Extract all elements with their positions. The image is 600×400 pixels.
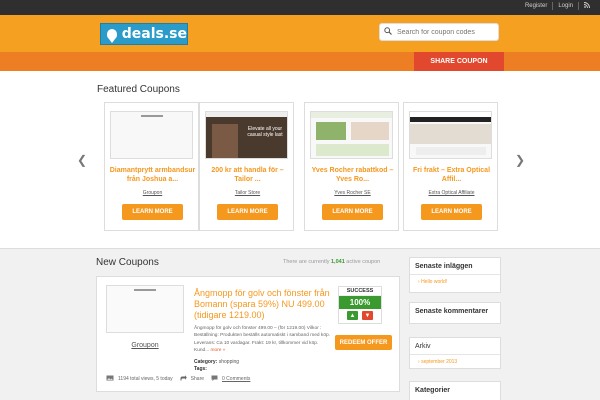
- search-icon: [384, 27, 392, 37]
- count-value: 1,041: [331, 259, 345, 265]
- archive-link[interactable]: september 2013: [421, 359, 457, 365]
- coupon-thumbnail[interactable]: [409, 111, 492, 159]
- featured-heading: Featured Coupons: [97, 84, 180, 95]
- share-icon[interactable]: [180, 375, 187, 383]
- recent-posts-widget: Senaste inläggen › Hello world!: [409, 257, 501, 293]
- featured-card: Yves Rocher rabattkod – Yves Ro... Yves …: [304, 102, 399, 231]
- count-suffix: active coupon: [346, 259, 381, 265]
- chevron-left-icon[interactable]: ❮: [77, 153, 87, 167]
- recent-post-link[interactable]: Hello world!: [421, 279, 447, 285]
- featured-card: Fri frakt – Extra Optical Affil... Extra…: [403, 102, 498, 231]
- success-percent: 100%: [339, 296, 381, 309]
- coupon-item: Groupon Ångmopp för golv och fönster frå…: [96, 276, 400, 392]
- comment-icon: [211, 375, 218, 383]
- archive-item[interactable]: › september 2013: [410, 355, 500, 365]
- learn-more-button[interactable]: LEARN MORE: [122, 204, 183, 220]
- site-header: deals.se: [0, 15, 600, 52]
- widget-title: Senaste inläggen: [410, 258, 500, 275]
- card-store[interactable]: Yves Rocher SE: [305, 190, 400, 196]
- thumbnail-text: Elevate all your casual style last: [247, 126, 283, 138]
- coupon-thumbnail[interactable]: [110, 111, 193, 159]
- card-store[interactable]: Tailor Store: [200, 190, 295, 196]
- active-coupon-count: There are currently 1,041 active coupon: [283, 259, 380, 265]
- more-link[interactable]: more »: [211, 348, 226, 353]
- learn-more-button[interactable]: LEARN MORE: [217, 204, 278, 220]
- speech-bubble-icon: [107, 28, 117, 43]
- coupon-thumbnail[interactable]: [310, 111, 393, 159]
- comments-link[interactable]: 0 Comments: [222, 376, 250, 382]
- search-box[interactable]: [379, 23, 499, 41]
- recent-post-item[interactable]: › Hello world!: [410, 275, 500, 285]
- card-title[interactable]: 200 kr att handla för – Tailor ...: [204, 166, 291, 184]
- coupon-footer: 1194 total views, 5 today Share 0 Commen…: [106, 375, 250, 383]
- view-count: 1194 total views, 5 today: [118, 376, 173, 382]
- coupon-description: Ångmopp för golv och fönster 499.00 – (f…: [194, 325, 332, 355]
- count-prefix: There are currently: [283, 259, 330, 265]
- site-logo[interactable]: deals.se: [100, 23, 188, 45]
- sub-bar: [0, 52, 600, 71]
- logo-text: deals.se: [121, 26, 187, 42]
- tags-label: Tags:: [194, 366, 207, 372]
- card-title[interactable]: Diamantprytt armbandsur från Joshua a...: [109, 166, 196, 184]
- share-link[interactable]: Share: [191, 376, 204, 382]
- card-title[interactable]: Yves Rocher rabattkod – Yves Ro...: [309, 166, 396, 184]
- thumbs-down-icon[interactable]: ▼: [362, 311, 373, 320]
- coupon-store-link[interactable]: Groupon: [97, 342, 193, 349]
- card-title[interactable]: Fri frakt – Extra Optical Affil...: [408, 166, 495, 184]
- chevron-right-icon[interactable]: ❯: [515, 153, 525, 167]
- divider: [578, 2, 579, 10]
- recent-comments-widget: Senaste kommentarer: [409, 302, 501, 324]
- featured-card: Diamantprytt armbandsur från Joshua a...…: [104, 102, 199, 231]
- learn-more-button[interactable]: LEARN MORE: [421, 204, 482, 220]
- learn-more-button[interactable]: LEARN MORE: [322, 204, 383, 220]
- card-store[interactable]: Groupon: [105, 190, 200, 196]
- share-coupon-button[interactable]: SHARE COUPON: [414, 52, 504, 71]
- categories-widget: Kategorier: [409, 381, 501, 400]
- success-label: SUCCESS: [339, 287, 381, 296]
- coupon-thumbnail[interactable]: [106, 285, 184, 333]
- register-link[interactable]: Register: [525, 3, 547, 9]
- search-input[interactable]: [397, 28, 492, 36]
- top-bar: Register Login: [0, 0, 600, 15]
- widget-title: Kategorier: [415, 387, 451, 394]
- success-rate-box: SUCCESS 100% ▲ ▼: [338, 286, 382, 324]
- category-label: Category:: [194, 359, 218, 365]
- category-link[interactable]: shopping: [219, 359, 239, 365]
- widget-title: Arkiv: [410, 338, 500, 355]
- featured-card: Elevate all your casual style last 200 k…: [199, 102, 294, 231]
- coupon-title[interactable]: Ångmopp för golv och fönster från Bomann…: [194, 288, 336, 321]
- widget-title: Senaste kommentarer: [415, 308, 489, 315]
- new-coupons-header: New Coupons There are currently 1,041 ac…: [96, 257, 400, 268]
- featured-coupons-section: Featured Coupons ❮ ❯ Diamantprytt armban…: [0, 71, 600, 249]
- redeem-offer-button[interactable]: REDEEM OFFER: [335, 335, 392, 350]
- thumbs-up-icon[interactable]: ▲: [347, 311, 358, 320]
- login-link[interactable]: Login: [558, 3, 573, 9]
- archive-widget: Arkiv › september 2013: [409, 337, 501, 369]
- coupon-meta: Category: shopping Tags:: [194, 359, 239, 373]
- card-store[interactable]: Extra Optical Affiliate: [404, 190, 499, 196]
- coupon-thumbnail[interactable]: Elevate all your casual style last: [205, 111, 288, 159]
- image-icon: [106, 375, 114, 383]
- rss-icon[interactable]: [583, 2, 590, 10]
- divider: [552, 2, 554, 10]
